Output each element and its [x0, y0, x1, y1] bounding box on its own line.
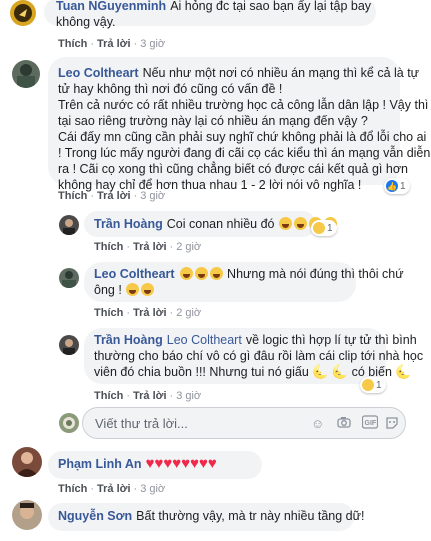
reply-link[interactable]: Trả lời: [133, 307, 167, 319]
like-link[interactable]: Thích: [94, 307, 123, 319]
like-link[interactable]: Thích: [58, 38, 87, 50]
comment-actions: Thích · Trả lời · 3 giờ: [58, 483, 166, 495]
reply-link[interactable]: Trả lời: [97, 483, 131, 495]
avatar[interactable]: [12, 60, 40, 88]
avatar[interactable]: [59, 268, 79, 288]
comment-author[interactable]: Leo Coltheart: [58, 66, 139, 80]
reaction-count: 1: [376, 379, 382, 391]
comment-actions: Thích · Trả lời · 3 giờ: [58, 38, 166, 50]
reply-placeholder: Viết thư trả lời...: [95, 416, 188, 431]
laughing-emoji-icon: [194, 267, 208, 280]
reply-link[interactable]: Trả lời: [97, 38, 131, 50]
laughing-emoji-icon: [141, 283, 155, 296]
laughing-emoji-icon: [278, 217, 292, 230]
laughing-emoji-icon: [293, 217, 307, 230]
comment-text: Bất thường vậy, mà tr này nhiều tầng dữ!: [136, 509, 365, 523]
reply-link[interactable]: Trả lời: [97, 190, 131, 202]
comment-author[interactable]: Nguyễn Sơn: [58, 509, 132, 523]
heart-emojis: ♥♥♥♥♥♥♥♥: [145, 455, 217, 472]
comment-bubble: Trần Hoàng Leo Coltheart về logic thì hợp …: [84, 328, 423, 384]
haha-reaction-icon: [362, 379, 374, 391]
comment-text-line: thường cho báo chí vô có gì đâu rồi làm …: [94, 349, 424, 363]
reply-input[interactable]: Viết thư trả lời... ☺ GIF: [82, 407, 406, 439]
haha-reaction-icon: [313, 222, 325, 234]
avatar-image-icon: [17, 64, 35, 88]
moon-emoji-icon: 🌜: [331, 364, 349, 379]
comment-text: Nhưng mà nói đúng thì thôi chứ: [227, 267, 404, 281]
comment-text-line: ông !: [94, 283, 122, 297]
gif-icon[interactable]: GIF: [361, 415, 379, 432]
reaction-count: 1: [400, 180, 406, 192]
comment-author[interactable]: Phạm Linh An: [58, 457, 142, 471]
comment-text-line: viên đó chia buồn !!! Nhưng tui nó giấu: [94, 365, 309, 379]
avatar[interactable]: [59, 335, 79, 355]
camera-icon[interactable]: [337, 416, 351, 431]
timestamp[interactable]: 3 giờ: [140, 38, 165, 50]
avatar-image-icon: [63, 219, 75, 235]
avatar-logo-icon: [14, 4, 32, 22]
comment-text-line: Trên cả nước có rất nhiều trường học cả …: [58, 98, 429, 112]
avatar-image-icon: [63, 339, 75, 355]
timestamp[interactable]: 3 giờ: [176, 390, 201, 402]
reaction-badge[interactable]: 👍 1: [384, 178, 410, 194]
svg-text:GIF: GIF: [365, 420, 377, 427]
avatar-image-icon: [15, 452, 39, 477]
sticker-icon[interactable]: [385, 416, 399, 433]
comment-author[interactable]: Leo Coltheart: [94, 267, 175, 281]
comment-text-line: tử hay không thì nơi đó cũng có vấn đề !: [58, 82, 283, 96]
reaction-count: 1: [327, 222, 333, 234]
like-link[interactable]: Thích: [94, 241, 123, 253]
avatar[interactable]: [12, 447, 42, 477]
comment-actions: Thích · Trả lời · 2 giờ: [94, 241, 202, 253]
emoji-icon[interactable]: ☺: [311, 416, 324, 431]
comment-text-line: Nếu như một nơi có nhiều án mạng thì kể …: [142, 66, 420, 80]
laughing-emoji-icon: [126, 283, 140, 296]
reply-link[interactable]: Trả lời: [133, 241, 167, 253]
comment-actions: Thích · Trả lời · 2 giờ: [94, 307, 202, 319]
timestamp[interactable]: 2 giờ: [176, 307, 201, 319]
avatar-image-icon: [20, 503, 34, 519]
comment-bubble: Nguyễn Sơn Bất thường vậy, mà tr này nhiề…: [48, 503, 364, 531]
moon-emoji-icon: 🌜: [395, 364, 412, 379]
laughing-emoji-icon: [209, 267, 223, 280]
comment-text: Coi conan nhiều đó: [166, 217, 275, 231]
avatar[interactable]: [12, 500, 42, 530]
moon-emoji-icon: 🌜: [312, 364, 329, 379]
reaction-badge[interactable]: 1: [311, 220, 337, 236]
comment-text-line: Cái đấy mn cũng cần phải suy nghĩ chứ kh…: [58, 130, 427, 144]
current-user-avatar: [59, 413, 79, 433]
comment-author[interactable]: Trần Hoàng: [94, 217, 163, 231]
comment-author[interactable]: Trần Hoàng: [94, 333, 163, 347]
timestamp[interactable]: 3 giờ: [140, 483, 165, 495]
comment-actions: Thích · Trả lời · 3 giờ: [58, 190, 166, 202]
timestamp[interactable]: 3 giờ: [140, 190, 165, 202]
avatar-image-icon: [63, 417, 75, 429]
comment-bubble: Leo Coltheart Nhưng mà nói đúng thì thôi…: [84, 262, 404, 302]
like-link[interactable]: Thích: [58, 190, 87, 202]
timestamp[interactable]: 2 giờ: [176, 241, 201, 253]
comment-bubble: Tuan NGuyenminh Ai hỏng đc tại sao bạn ấy…: [44, 0, 376, 29]
comment-bubble: Leo Coltheart Nếu như một nơi có nhiều án…: [48, 57, 431, 192]
reply-link[interactable]: Trả lời: [133, 390, 167, 402]
comment-actions: Thích · Trả lời · 3 giờ: [94, 390, 202, 402]
mention-link[interactable]: Leo Coltheart: [167, 333, 242, 347]
avatar[interactable]: [10, 0, 36, 26]
avatar[interactable]: [59, 215, 79, 235]
comment-bubble: Phạm Linh An ♥♥♥♥♥♥♥♥: [48, 451, 262, 479]
comment-author[interactable]: Tuan NGuyenminh: [56, 0, 166, 13]
comment-text: về logic thì hợp lí tự tử thì bình: [245, 333, 417, 347]
like-icon: 👍: [386, 180, 398, 192]
comment-bubble: Trần Hoàng Coi conan nhiều đó: [84, 211, 337, 237]
avatar-image-icon: [62, 271, 76, 288]
comment-text-line: ra ! Cãi cọ xong thì cũng chẳng biết có …: [58, 162, 408, 176]
like-link[interactable]: Thích: [58, 483, 87, 495]
like-link[interactable]: Thích: [94, 390, 123, 402]
comment-text-line: tại sao riêng trường này lại có nhiều án…: [58, 114, 368, 128]
laughing-emoji-icon: [179, 267, 193, 280]
reaction-badge[interactable]: 1: [360, 377, 386, 393]
comment-text-line: ! Trong lúc mấy người đang đi cãi cọ các…: [58, 146, 431, 160]
